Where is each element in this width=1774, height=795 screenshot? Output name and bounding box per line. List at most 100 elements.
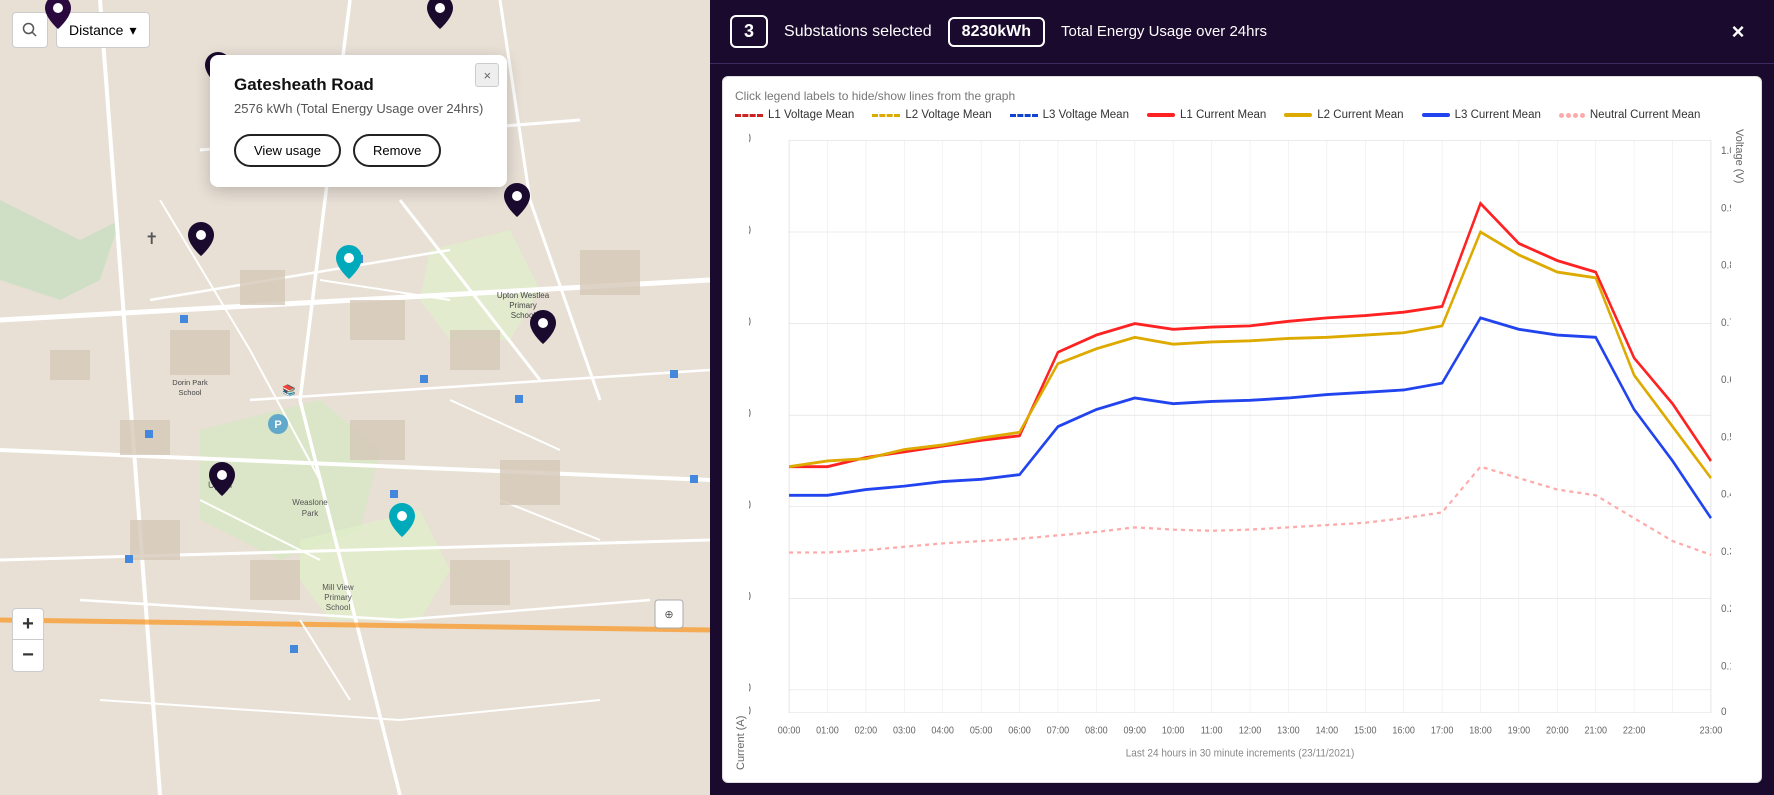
substation-count-badge: 3 xyxy=(730,15,768,48)
svg-text:Upton Westlea: Upton Westlea xyxy=(497,291,550,300)
svg-text:Last 24 hours in 30 minute inc: Last 24 hours in 30 minute increments (2… xyxy=(1126,747,1355,760)
chart-wrapper: Current (A) 350 300 250 200 150 100 50 0 xyxy=(735,129,1745,770)
svg-text:17:00: 17:00 xyxy=(1431,725,1454,737)
legend-l1-voltage[interactable]: L1 Voltage Mean xyxy=(735,109,854,121)
svg-text:350: 350 xyxy=(749,131,751,146)
svg-text:0.9: 0.9 xyxy=(1721,202,1731,215)
map-panel: Upton Weaslone Park Dorin Park School Mi… xyxy=(0,0,710,795)
svg-text:02:00: 02:00 xyxy=(855,725,878,737)
popup-buttons: View usage Remove xyxy=(234,134,483,167)
popup-title: Gatesheath Road xyxy=(234,75,483,95)
chart-legend: L1 Voltage Mean L2 Voltage Mean L3 Volta… xyxy=(735,109,1745,121)
svg-text:Park: Park xyxy=(302,509,319,518)
map-marker[interactable] xyxy=(188,222,214,261)
svg-text:15:00: 15:00 xyxy=(1354,725,1377,737)
svg-text:0.8: 0.8 xyxy=(1721,259,1731,272)
y-axis-right-label: Voltage (V) xyxy=(1733,129,1745,770)
close-button[interactable]: × xyxy=(1722,16,1754,48)
map-marker-teal[interactable] xyxy=(389,503,415,542)
svg-text:11:00: 11:00 xyxy=(1201,725,1223,737)
svg-text:0: 0 xyxy=(1721,705,1727,718)
svg-text:0.3: 0.3 xyxy=(1721,545,1731,558)
legend-l1-voltage-label: L1 Voltage Mean xyxy=(768,109,854,121)
svg-text:📚: 📚 xyxy=(282,384,296,397)
map-marker[interactable] xyxy=(504,183,530,222)
svg-text:Dorin Park: Dorin Park xyxy=(172,378,208,387)
search-button[interactable] xyxy=(12,12,48,48)
svg-text:01:00: 01:00 xyxy=(816,725,839,737)
svg-text:School: School xyxy=(326,603,351,612)
svg-text:08:00: 08:00 xyxy=(1085,725,1108,737)
main-chart: 350 300 250 200 150 100 50 0 xyxy=(749,129,1731,770)
svg-text:13:00: 13:00 xyxy=(1277,725,1300,737)
legend-l1-current-label: L1 Current Mean xyxy=(1180,109,1266,121)
map-marker[interactable] xyxy=(45,0,71,34)
svg-text:16:00: 16:00 xyxy=(1392,725,1415,737)
svg-text:Weaslone: Weaslone xyxy=(292,498,328,507)
substations-selected-text: Substations selected xyxy=(784,23,932,41)
svg-text:06:00: 06:00 xyxy=(1008,725,1031,737)
svg-text:150: 150 xyxy=(749,497,751,512)
legend-l3-current-label: L3 Current Mean xyxy=(1455,109,1541,121)
svg-text:300: 300 xyxy=(749,223,751,238)
svg-text:00:00: 00:00 xyxy=(778,725,801,737)
legend-l3-current[interactable]: L3 Current Mean xyxy=(1422,109,1541,121)
svg-text:Mill View: Mill View xyxy=(322,583,354,592)
energy-value-badge: 8230kWh xyxy=(948,17,1045,47)
zoom-in-button[interactable]: + xyxy=(12,608,44,640)
svg-text:Primary: Primary xyxy=(509,301,537,310)
svg-text:14:00: 14:00 xyxy=(1316,725,1339,737)
svg-text:0.1: 0.1 xyxy=(1721,660,1731,673)
svg-text:19:00: 19:00 xyxy=(1508,725,1531,737)
legend-l2-current-label: L2 Current Mean xyxy=(1317,109,1403,121)
svg-text:20:00: 20:00 xyxy=(1546,725,1569,737)
svg-text:0.6: 0.6 xyxy=(1721,374,1731,387)
remove-button[interactable]: Remove xyxy=(353,134,441,167)
energy-description-text: Total Energy Usage over 24hrs xyxy=(1061,23,1267,40)
svg-text:100: 100 xyxy=(749,589,751,604)
svg-text:21:00: 21:00 xyxy=(1584,725,1607,737)
svg-text:0: 0 xyxy=(749,703,751,718)
legend-neutral-current-label: Neutral Current Mean xyxy=(1590,109,1701,121)
legend-l3-voltage[interactable]: L3 Voltage Mean xyxy=(1010,109,1129,121)
svg-text:50: 50 xyxy=(749,680,751,695)
svg-text:10:00: 10:00 xyxy=(1162,725,1185,737)
svg-text:18:00: 18:00 xyxy=(1469,725,1492,737)
popup-close-button[interactable]: × xyxy=(475,63,499,87)
svg-text:04:00: 04:00 xyxy=(931,725,954,737)
distance-label: Distance xyxy=(69,22,123,38)
svg-text:07:00: 07:00 xyxy=(1047,725,1070,737)
svg-text:School: School xyxy=(179,388,202,397)
chart-instruction: Click legend labels to hide/show lines f… xyxy=(735,89,1745,103)
svg-text:⊕: ⊕ xyxy=(664,609,673,621)
header-bar: 3 Substations selected 8230kWh Total Ene… xyxy=(710,0,1774,64)
legend-l2-voltage[interactable]: L2 Voltage Mean xyxy=(872,109,991,121)
svg-text:Primary: Primary xyxy=(324,593,352,602)
svg-text:0.7: 0.7 xyxy=(1721,316,1731,329)
svg-text:12:00: 12:00 xyxy=(1239,725,1262,737)
zoom-out-button[interactable]: − xyxy=(12,640,44,672)
svg-text:23:00: 23:00 xyxy=(1700,725,1723,737)
svg-text:250: 250 xyxy=(749,314,751,329)
right-panel: 3 Substations selected 8230kWh Total Ene… xyxy=(710,0,1774,795)
svg-text:0.5: 0.5 xyxy=(1721,431,1731,444)
legend-neutral-current[interactable]: Neutral Current Mean xyxy=(1559,109,1701,121)
legend-l2-current[interactable]: L2 Current Mean xyxy=(1284,109,1403,121)
map-marker-teal[interactable] xyxy=(336,245,362,284)
chart-area: Click legend labels to hide/show lines f… xyxy=(722,76,1762,783)
map-marker[interactable] xyxy=(427,0,453,34)
svg-text:✝: ✝ xyxy=(145,231,158,248)
svg-text:09:00: 09:00 xyxy=(1124,725,1147,737)
svg-text:P: P xyxy=(274,419,281,431)
legend-l1-current[interactable]: L1 Current Mean xyxy=(1147,109,1266,121)
svg-text:03:00: 03:00 xyxy=(893,725,916,737)
svg-text:0.2: 0.2 xyxy=(1721,602,1731,615)
map-marker[interactable] xyxy=(530,310,556,349)
map-marker[interactable] xyxy=(209,462,235,501)
popup-subtitle: 2576 kWh (Total Energy Usage over 24hrs) xyxy=(234,101,483,116)
view-usage-button[interactable]: View usage xyxy=(234,134,341,167)
svg-text:0.4: 0.4 xyxy=(1721,488,1731,501)
chevron-down-icon: ▾ xyxy=(129,22,136,39)
svg-text:1.0: 1.0 xyxy=(1721,145,1731,158)
svg-text:22:00: 22:00 xyxy=(1623,725,1646,737)
